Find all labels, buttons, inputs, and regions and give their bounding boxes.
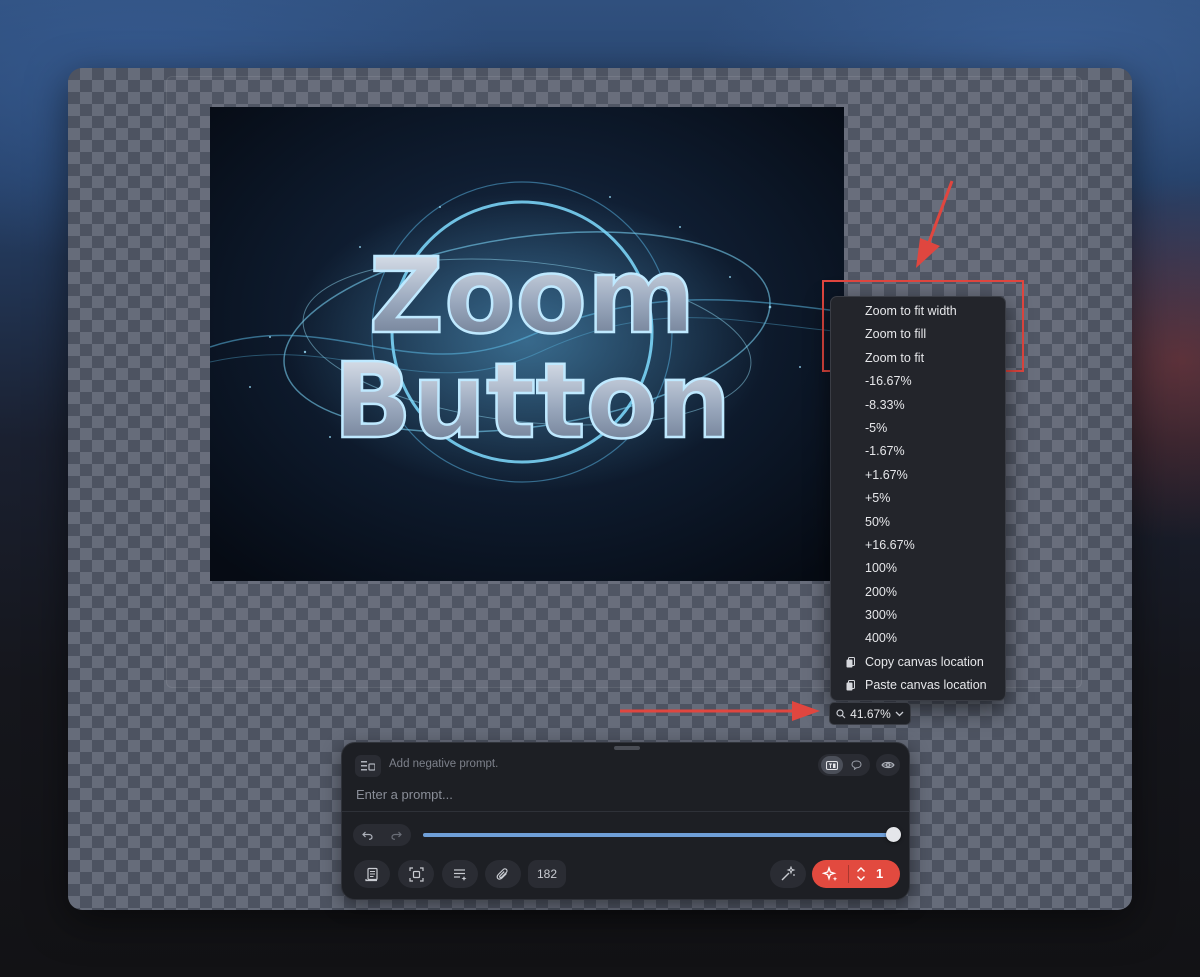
visibility-button[interactable]: [876, 754, 900, 776]
stepper-icon[interactable]: [856, 866, 866, 882]
copy-icon: [846, 656, 855, 668]
image-mode-button[interactable]: [821, 756, 843, 774]
undo-button[interactable]: [353, 824, 382, 846]
zoom-level-button[interactable]: 41.67%: [829, 702, 911, 725]
menu-item-plus-1-67[interactable]: +1.67%: [831, 464, 1005, 487]
slider-thumb[interactable]: [886, 827, 901, 842]
prompt-input[interactable]: [356, 783, 896, 805]
chat-bubble-icon: [850, 760, 862, 770]
menu-item-300-percent[interactable]: 300%: [831, 604, 1005, 627]
redo-icon: [391, 831, 402, 840]
attach-button[interactable]: [485, 860, 521, 888]
generate-count: 1: [876, 866, 884, 881]
menu-item-copy-canvas-location[interactable]: Copy canvas location: [831, 651, 1005, 674]
menu-item-minus-16-67[interactable]: -16.67%: [831, 370, 1005, 393]
menu-item-paste-canvas-location[interactable]: Paste canvas location: [831, 674, 1005, 697]
paste-icon: [846, 680, 855, 691]
undo-icon: [362, 831, 373, 840]
menu-item-plus-5[interactable]: +5%: [831, 487, 1005, 510]
menu-item-200-percent[interactable]: 200%: [831, 581, 1005, 604]
generate-separator: [848, 865, 849, 883]
sparkle-icon: [821, 865, 837, 881]
menu-item-minus-8-33[interactable]: -8.33%: [831, 394, 1005, 417]
magic-wand-button[interactable]: [770, 860, 806, 888]
chevron-down-icon: [895, 711, 904, 716]
frame-icon: [408, 866, 424, 882]
menu-item-minus-5[interactable]: -5%: [831, 417, 1005, 440]
artwork-text-line-1: Zoom: [369, 235, 696, 357]
prompt-list-button[interactable]: [442, 860, 478, 888]
negative-prompt-button[interactable]: [355, 755, 381, 777]
paperclip-icon: [496, 867, 508, 880]
negative-prompt-label[interactable]: Add negative prompt.: [389, 758, 498, 770]
menu-item-zoom-to-fit[interactable]: Zoom to fit: [831, 347, 1005, 370]
list-toggle-icon: [361, 761, 375, 771]
count-label: 182: [536, 867, 558, 881]
search-icon: [836, 708, 846, 718]
generate-button[interactable]: 1: [812, 860, 900, 888]
menu-item-100-percent[interactable]: 100%: [831, 557, 1005, 580]
frame-select-button[interactable]: [398, 860, 434, 888]
menu-item-50-percent[interactable]: 50%: [831, 511, 1005, 534]
zoom-menu: Zoom to fit width Zoom to fill Zoom to f…: [830, 296, 1006, 701]
redo-button[interactable]: [382, 824, 411, 846]
menu-item-minus-1-67[interactable]: -1.67%: [831, 440, 1005, 463]
scroll-icon: [364, 867, 378, 881]
menu-item-400-percent[interactable]: 400%: [831, 627, 1005, 650]
menu-item-zoom-to-fit-width[interactable]: Zoom to fit width: [831, 300, 1005, 323]
list-sparkle-icon: [453, 868, 466, 881]
menu-item-plus-16-67[interactable]: +16.67%: [831, 534, 1005, 557]
undo-redo-group: [353, 824, 411, 846]
artwork-text-line-2: Button: [333, 340, 731, 462]
strength-slider[interactable]: [423, 827, 901, 842]
mode-toggle: [818, 754, 870, 776]
canvas-image: Zoom Button: [210, 107, 844, 581]
zoom-level-label: 41.67%: [850, 706, 891, 721]
menu-item-zoom-to-fill[interactable]: Zoom to fill: [831, 323, 1005, 346]
magic-wand-icon: [781, 866, 796, 881]
slider-fill: [423, 833, 893, 837]
script-button[interactable]: [354, 860, 390, 888]
count-button[interactable]: 182: [528, 860, 566, 888]
text-image-icon: [826, 760, 838, 770]
generate-sparkle[interactable]: [812, 860, 848, 888]
chat-mode-button[interactable]: [845, 756, 867, 774]
eye-icon: [881, 761, 895, 769]
panel-drag-handle[interactable]: [614, 746, 640, 750]
prompt-panel: Add negative prompt. Enter a prompt... 1…: [341, 742, 910, 900]
panel-divider: [342, 811, 909, 812]
